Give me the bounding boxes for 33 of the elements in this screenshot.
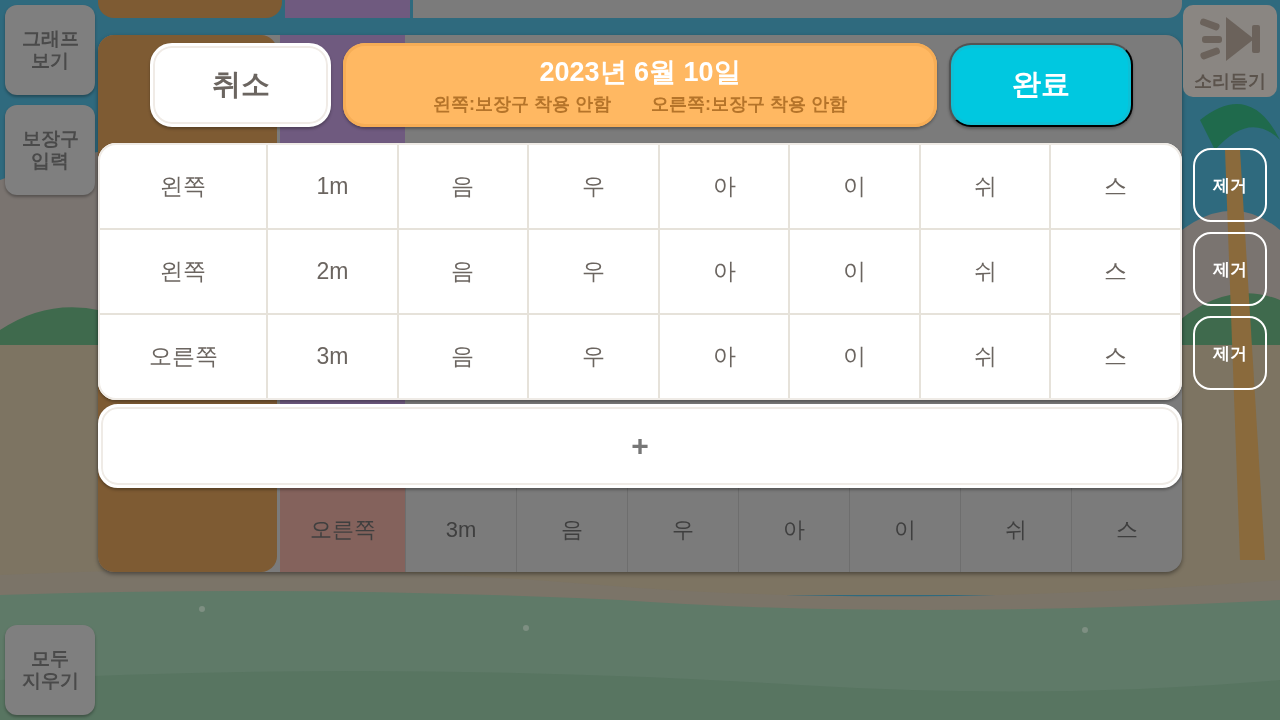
table-cell: 이 bbox=[788, 145, 919, 228]
table-cell: 쉬 bbox=[918, 230, 1050, 313]
table-cell: 음 bbox=[396, 315, 528, 398]
table-cell: 1m bbox=[266, 145, 397, 228]
table-cell: 오른쪽 bbox=[280, 488, 405, 572]
table-cell-text: 왼쪽 bbox=[159, 257, 208, 286]
cancel-button[interactable]: 취소 bbox=[150, 43, 331, 127]
remove-button[interactable]: 제거 bbox=[1193, 148, 1267, 222]
table-cell: 3m bbox=[266, 315, 397, 398]
table-cell: 쉬 bbox=[918, 145, 1050, 228]
date-title: 2023년 6월 10일 bbox=[539, 56, 741, 89]
table-cell: 음 bbox=[396, 230, 528, 313]
table-cell: 우 bbox=[527, 145, 658, 228]
right-status: 오른쪽:보장구 착용 안함 bbox=[651, 93, 847, 116]
remove-button[interactable]: 제거 bbox=[1193, 316, 1267, 390]
table-cell: 음 bbox=[396, 145, 528, 228]
table-cell: 쉬 bbox=[918, 315, 1050, 398]
table-cell-text: 오른쪽 bbox=[147, 342, 219, 371]
table-cell: 이 bbox=[788, 315, 919, 398]
table-cell: 우 bbox=[527, 315, 658, 398]
table-cell: 스 bbox=[1049, 145, 1180, 228]
table-cell: 아 bbox=[657, 230, 789, 313]
table-cell: 아 bbox=[657, 145, 789, 228]
table-cell: 스 bbox=[1049, 230, 1180, 313]
table-cell: 우 bbox=[527, 230, 658, 313]
add-row-button[interactable]: + bbox=[98, 404, 1182, 488]
table-cell: 이 bbox=[788, 230, 919, 313]
table-cell-text: 왼쪽 bbox=[159, 172, 208, 201]
table-cell: 스 bbox=[1049, 315, 1180, 398]
remove-button[interactable]: 제거 bbox=[1193, 232, 1267, 306]
left-status: 왼쪽:보장구 착용 안함 bbox=[433, 93, 611, 116]
table-cell: 아 bbox=[657, 315, 789, 398]
table-cell: 2m bbox=[266, 230, 397, 313]
